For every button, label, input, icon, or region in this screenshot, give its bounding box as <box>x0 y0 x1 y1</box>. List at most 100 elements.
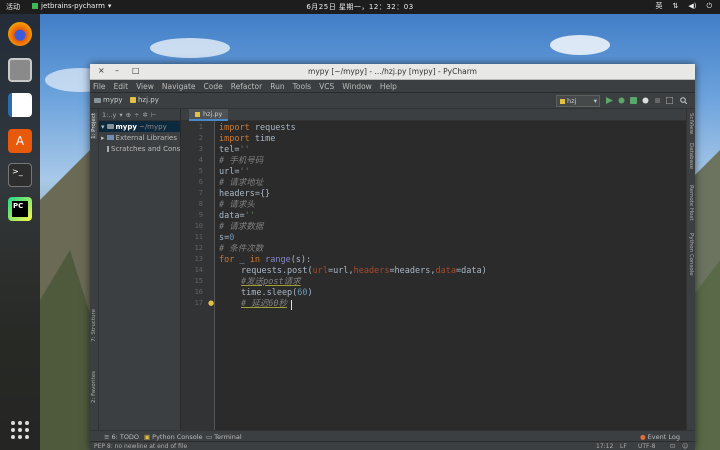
menu-file[interactable]: File <box>93 82 106 91</box>
lock-icon[interactable]: ⊡ <box>670 443 675 450</box>
project-structure-icon[interactable] <box>665 96 674 105</box>
code-token: 0 <box>229 233 235 243</box>
menu-code[interactable]: Code <box>204 82 223 91</box>
tree-item-external-libraries[interactable]: ▸ External Libraries <box>99 132 180 143</box>
power-icon[interactable]: ⏻ <box>706 2 712 11</box>
python-console-tool-tab[interactable]: Python Console <box>688 233 694 276</box>
navigation-bar: mypy hzj.py hzj ▾ <box>90 93 695 109</box>
settings-icon[interactable]: ✲ <box>142 111 147 119</box>
breadcrumb-project[interactable]: mypy <box>94 96 123 104</box>
code-token: =headers, <box>389 266 436 276</box>
status-message: PEP 8: no newline at end of file <box>94 443 188 450</box>
volume-icon[interactable]: ◀) <box>688 2 696 10</box>
line-number: 11 <box>194 233 203 241</box>
code-area[interactable]: import requests import time tel='' # 手机号… <box>219 121 679 430</box>
network-icon[interactable]: ⇅ <box>672 2 678 10</box>
coverage-icon[interactable] <box>630 97 637 104</box>
project-view-label[interactable]: 1:..y <box>102 111 116 119</box>
code-line-11: s=0 <box>219 233 234 244</box>
file-encoding[interactable]: UTF-8 <box>638 443 656 450</box>
line-number: 16 <box>194 288 203 296</box>
code-line-1: import requests <box>219 123 296 134</box>
line-number-gutter: 1 2 3 4 5 6 7 8 9 10 11 12 13 14 15 16 1… <box>181 121 215 430</box>
menu-edit[interactable]: Edit <box>114 82 129 91</box>
chevron-down-icon[interactable]: ▾ <box>119 111 122 119</box>
terminal-tool-tab[interactable]: ▭ Terminal <box>206 433 242 441</box>
inspector-icon[interactable]: ☺ <box>682 443 688 450</box>
line-number: 5 <box>198 167 203 175</box>
line-number: 8 <box>198 200 203 208</box>
firefox-icon[interactable] <box>8 22 32 46</box>
pycharm-window: × – □ mypy [~/mypy] - .../hzj.py [mypy] … <box>90 64 695 450</box>
line-separator[interactable]: LF <box>620 443 627 450</box>
input-method-indicator[interactable]: 英 <box>655 1 662 11</box>
breadcrumb-project-label: mypy <box>103 96 123 104</box>
database-tool-tab[interactable]: Database <box>688 143 694 169</box>
code-token: for <box>219 255 235 265</box>
run-icon[interactable] <box>606 97 613 104</box>
files-icon[interactable] <box>8 58 32 82</box>
show-apps-icon[interactable] <box>8 418 32 442</box>
left-tool-strip: 1: Project 7: Structure 2: Favorites <box>90 109 99 430</box>
sciview-tool-tab[interactable]: SciView <box>688 113 694 134</box>
caret-position[interactable]: 17:12 <box>596 443 613 450</box>
chevron-down-icon: ▾ <box>593 97 597 105</box>
code-line-6: # 请求地址 <box>219 178 264 188</box>
folder-icon <box>94 97 101 103</box>
menu-navigate[interactable]: Navigate <box>162 82 196 91</box>
project-panel: 1:..y ▾ ⊕ ÷ ✲ ⊢ ▾ mypy ~/mypy ▸ External… <box>99 109 181 430</box>
todo-icon: ≡ <box>104 433 110 441</box>
window-titlebar[interactable]: × – □ mypy [~/mypy] - .../hzj.py [mypy] … <box>90 64 695 80</box>
code-token: =data) <box>455 266 487 276</box>
lightbulb-icon[interactable]: ● <box>208 299 214 307</box>
line-number: 17 <box>194 299 203 307</box>
profile-icon[interactable] <box>642 97 649 104</box>
line-number: 15 <box>194 277 203 285</box>
structure-tool-tab[interactable]: 7: Structure <box>91 309 97 342</box>
hide-icon[interactable]: ⊢ <box>151 111 157 119</box>
code-token: '' <box>244 211 255 221</box>
menu-refactor[interactable]: Refactor <box>231 82 262 91</box>
sync-icon[interactable]: ⊕ <box>126 111 131 119</box>
pycharm-icon[interactable]: PC <box>8 197 32 221</box>
code-token: range <box>265 255 291 265</box>
search-icon[interactable] <box>680 97 688 105</box>
line-number: 3 <box>198 145 203 153</box>
remote-host-tool-tab[interactable]: Remote Host <box>688 185 694 221</box>
favorites-tool-tab[interactable]: 2: Favorites <box>91 371 97 403</box>
software-center-icon[interactable]: A <box>8 129 32 153</box>
menu-vcs[interactable]: VCS <box>319 82 334 91</box>
tab-hzj-py[interactable]: hzj.py <box>189 109 229 121</box>
system-top-bar: 活动 jetbrains-pycharm ▾ 6月25日 星期一，12：32：0… <box>0 0 720 14</box>
menu-run[interactable]: Run <box>270 82 284 91</box>
tree-item-label: mypy <box>115 122 137 131</box>
stop-icon[interactable] <box>654 97 661 104</box>
menu-view[interactable]: View <box>136 82 154 91</box>
todo-tool-tab[interactable]: ≡ 6: TODO <box>104 433 139 441</box>
tree-item-scratches[interactable]: Scratches and Consoles <box>99 143 180 154</box>
python-console-icon: ▣ <box>144 433 151 441</box>
code-line-16: time.sleep(60) <box>241 288 313 299</box>
writer-icon[interactable] <box>8 93 32 117</box>
tree-item-mypy[interactable]: ▾ mypy ~/mypy <box>99 121 180 132</box>
collapse-icon[interactable]: ÷ <box>134 111 139 119</box>
debug-icon[interactable] <box>618 97 625 104</box>
code-token: (s): <box>290 255 312 265</box>
code-token: time <box>249 134 276 144</box>
menu-tools[interactable]: Tools <box>293 82 311 91</box>
todo-tool-label: 6: TODO <box>111 433 140 441</box>
event-log-tool-tab[interactable]: ● Event Log <box>640 433 680 441</box>
clock[interactable]: 6月25日 星期一，12：32：03 <box>0 2 720 12</box>
collapsed-arrow-icon: ▸ <box>101 133 105 142</box>
menu-window[interactable]: Window <box>342 82 372 91</box>
code-line-13: for _ in range(s): <box>219 255 311 266</box>
menu-help[interactable]: Help <box>380 82 397 91</box>
python-console-bottom-tab[interactable]: ▣ Python Console <box>144 433 203 441</box>
run-config-selector[interactable]: hzj ▾ <box>556 95 600 107</box>
terminal-icon[interactable]: >_ <box>8 163 32 187</box>
code-token: url= <box>219 167 240 177</box>
line-number: 1 <box>198 123 203 131</box>
code-token: _ <box>234 255 245 265</box>
project-tool-tab[interactable]: 1: Project <box>91 113 97 139</box>
breadcrumb-file[interactable]: hzj.py <box>130 96 159 104</box>
